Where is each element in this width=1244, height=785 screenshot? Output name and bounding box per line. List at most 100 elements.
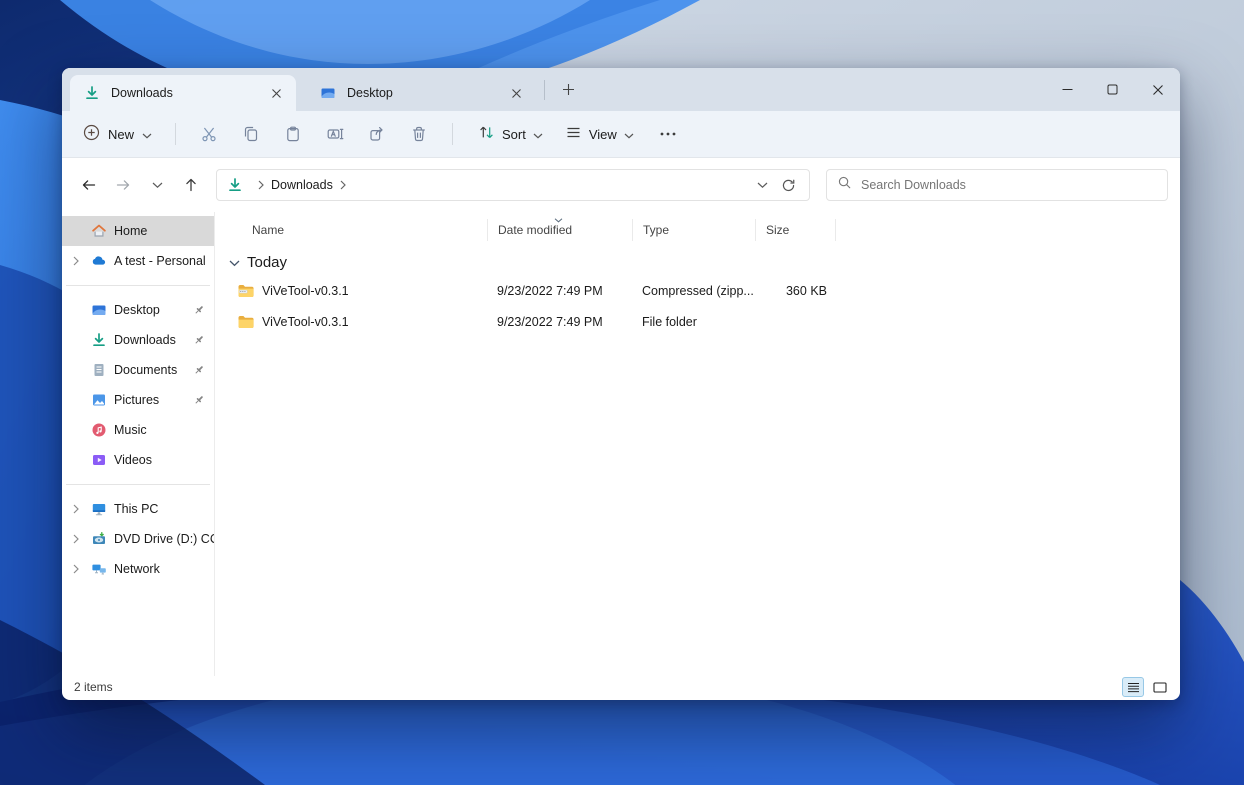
chevron-down-icon: [624, 127, 634, 142]
column-header-size[interactable]: Size: [755, 219, 835, 241]
downloads-icon: [84, 85, 100, 101]
sidebar-item-onedrive[interactable]: A test - Personal: [62, 246, 214, 276]
file-row-folder[interactable]: ViVeTool-v0.3.1 9/23/2022 7:49 PM File f…: [215, 306, 1180, 337]
up-button[interactable]: [176, 170, 206, 200]
chevron-right-icon[interactable]: [73, 531, 91, 547]
sidebar-item-videos[interactable]: Videos: [62, 445, 214, 475]
new-tab-button[interactable]: [553, 75, 583, 105]
sidebar-item-network[interactable]: Network: [62, 554, 214, 584]
sidebar-item-documents[interactable]: Documents: [62, 355, 214, 385]
column-header-name[interactable]: Name: [252, 219, 487, 241]
downloads-icon: [227, 177, 243, 193]
details-view-button[interactable]: [1122, 677, 1144, 697]
chevron-down-icon: [142, 127, 152, 142]
tab-downloads[interactable]: Downloads: [70, 75, 296, 111]
sidebar-item-label: Network: [114, 562, 160, 576]
command-toolbar: New Sort: [62, 111, 1180, 158]
sidebar-item-desktop[interactable]: Desktop: [62, 295, 214, 325]
tab-label: Downloads: [111, 86, 264, 100]
cut-button[interactable]: [188, 117, 230, 151]
file-type: Compressed (zipp...: [642, 284, 765, 298]
chevron-right-icon: [258, 180, 264, 190]
chevron-right-icon[interactable]: [73, 561, 91, 577]
home-icon: [91, 223, 107, 239]
paste-button[interactable]: [272, 117, 314, 151]
sidebar-item-dvd-drive[interactable]: DVD Drive (D:) CCC: [62, 524, 214, 554]
chevron-right-icon[interactable]: [73, 253, 91, 269]
maximize-button[interactable]: [1090, 68, 1135, 111]
breadcrumb-downloads[interactable]: Downloads: [271, 178, 333, 192]
file-size: 360 KB: [765, 284, 845, 298]
sidebar-item-music[interactable]: Music: [62, 415, 214, 445]
pin-icon: [193, 364, 205, 376]
address-dropdown-button[interactable]: [749, 172, 775, 198]
navigation-pane: Home A test - Personal Desktop: [62, 212, 215, 676]
address-bar[interactable]: Downloads: [216, 169, 810, 201]
toolbar-separator: [175, 123, 176, 145]
close-button[interactable]: [1135, 68, 1180, 111]
downloads-icon: [91, 332, 107, 348]
chevron-right-icon[interactable]: [340, 180, 346, 190]
sidebar-item-label: Music: [114, 423, 147, 437]
sidebar-item-label: This PC: [114, 502, 158, 516]
group-label: Today: [247, 254, 287, 271]
file-row-zip[interactable]: ViVeTool-v0.3.1 9/23/2022 7:49 PM Compre…: [215, 275, 1180, 306]
tab-desktop[interactable]: Desktop: [306, 75, 536, 111]
file-date-modified: 9/23/2022 7:49 PM: [497, 284, 642, 298]
pin-icon: [193, 394, 205, 406]
tab-separator: [544, 80, 545, 100]
view-lines-icon: [565, 124, 582, 144]
sidebar-separator: [66, 484, 210, 485]
tab-close-icon[interactable]: [264, 81, 288, 105]
back-button[interactable]: [74, 170, 104, 200]
desktop-icon: [91, 302, 107, 318]
sidebar-item-label: Downloads: [114, 333, 176, 347]
sidebar-item-label: Desktop: [114, 303, 160, 317]
network-icon: [91, 561, 107, 577]
items-count: 2 items: [74, 680, 113, 694]
video-play-icon: [91, 452, 107, 468]
column-headers: Name Date modified Type Size: [215, 216, 1180, 244]
search-input[interactable]: [861, 178, 1157, 192]
minimize-button[interactable]: [1045, 68, 1090, 111]
column-header-type[interactable]: Type: [632, 219, 755, 241]
status-bar: 2 items: [62, 676, 1180, 700]
tab-label: Desktop: [347, 86, 504, 100]
chevron-right-icon[interactable]: [73, 501, 91, 517]
more-options-button[interactable]: [649, 117, 687, 151]
sidebar-item-home[interactable]: Home: [62, 216, 214, 246]
copy-button[interactable]: [230, 117, 272, 151]
picture-icon: [91, 392, 107, 408]
pin-icon: [193, 334, 205, 346]
share-button[interactable]: [356, 117, 398, 151]
new-button[interactable]: New: [72, 117, 163, 151]
search-box[interactable]: [826, 169, 1168, 201]
sort-caret-icon: [554, 212, 563, 226]
chevron-down-icon[interactable]: [229, 254, 240, 271]
sidebar-item-label: Videos: [114, 453, 152, 467]
refresh-button[interactable]: [775, 172, 801, 198]
tab-close-icon[interactable]: [504, 81, 528, 105]
forward-button[interactable]: [108, 170, 138, 200]
group-header-today[interactable]: Today: [215, 249, 1180, 275]
window-controls: [1045, 68, 1180, 111]
recent-locations-button[interactable]: [142, 170, 172, 200]
pin-icon: [193, 304, 205, 316]
thumbnail-view-button[interactable]: [1149, 677, 1171, 697]
folder-icon: [237, 314, 255, 330]
file-name: ViVeTool-v0.3.1: [262, 315, 497, 329]
sort-button[interactable]: Sort: [469, 117, 552, 151]
column-header-date-modified[interactable]: Date modified: [487, 219, 632, 241]
delete-button[interactable]: [398, 117, 440, 151]
sidebar-item-pictures[interactable]: Pictures: [62, 385, 214, 415]
zip-folder-icon: [237, 283, 255, 299]
sidebar-item-downloads[interactable]: Downloads: [62, 325, 214, 355]
file-date-modified: 9/23/2022 7:49 PM: [497, 315, 642, 329]
sort-button-label: Sort: [502, 127, 526, 142]
file-type: File folder: [642, 315, 765, 329]
sidebar-item-label: Documents: [114, 363, 177, 377]
search-icon: [837, 175, 852, 195]
sidebar-item-this-pc[interactable]: This PC: [62, 494, 214, 524]
view-button[interactable]: View: [556, 117, 643, 151]
rename-button[interactable]: [314, 117, 356, 151]
